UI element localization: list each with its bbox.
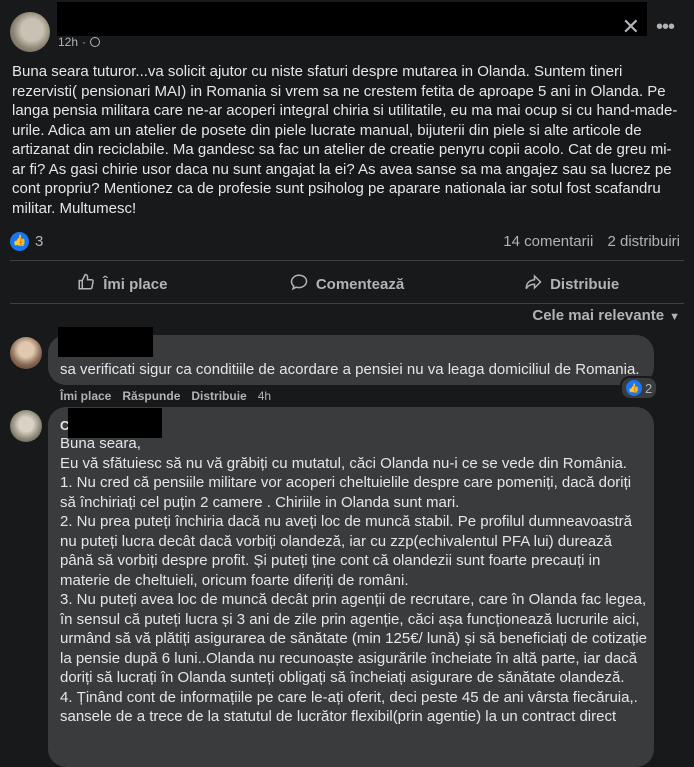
- sort-label: Cele mai relevante: [532, 307, 665, 324]
- close-icon[interactable]: ✕: [622, 14, 640, 40]
- share-label: Distribuie: [550, 275, 620, 293]
- divider: [10, 303, 684, 304]
- post-text: Buna seara tuturor...va solicit ajutor c…: [12, 63, 678, 217]
- thumbs-up-icon: [77, 273, 95, 296]
- post-actions: Îmi place Comentează Distribuie: [10, 266, 684, 302]
- comment-time[interactable]: 4h: [258, 389, 271, 403]
- reaction-count[interactable]: 3: [35, 233, 43, 250]
- comment-reaction-count: 2: [645, 380, 653, 396]
- globe-icon: [90, 37, 101, 47]
- comment-line: Eu vă sfătuiesc să nu vă grăbiți cu muta…: [60, 454, 627, 472]
- author-avatar[interactable]: [10, 12, 50, 52]
- like-reaction-icon: 👍: [626, 380, 642, 396]
- comment-reply-link[interactable]: Răspunde: [122, 389, 180, 403]
- comments-count[interactable]: 14 comentarii: [503, 233, 593, 250]
- comment-share-link[interactable]: Distribuie: [191, 389, 246, 403]
- comment-label: Comentează: [315, 275, 405, 293]
- share-arrow-icon: [524, 273, 542, 296]
- comment-button[interactable]: Comentează: [235, 266, 460, 302]
- like-button[interactable]: Îmi place: [10, 266, 235, 302]
- post-stats: 14 comentarii 2 distribuiri: [493, 233, 680, 250]
- comment-like-link[interactable]: Îmi place: [60, 389, 111, 403]
- comment-reactions[interactable]: 👍 2: [620, 376, 659, 400]
- commenter-avatar[interactable]: [10, 337, 42, 369]
- commenter-avatar[interactable]: [10, 410, 42, 442]
- comment-actions: Îmi place Răspunde Distribuie 4h: [60, 389, 271, 403]
- more-horizontal-icon[interactable]: •••: [656, 16, 675, 39]
- comment-sort-dropdown[interactable]: Cele mai relevante ▼: [532, 307, 680, 324]
- reactions-row: 👍 3 14 comentarii 2 distribuiri: [10, 230, 684, 254]
- share-button[interactable]: Distribuie: [459, 266, 684, 302]
- redacted-commenter-name: [58, 327, 153, 357]
- shares-count[interactable]: 2 distribuiri: [607, 233, 680, 250]
- comment-text: sa verificati sigur ca conditiile de aco…: [60, 361, 640, 378]
- like-reaction-icon[interactable]: 👍: [10, 232, 29, 251]
- comment-text: Buna seara, Eu vă sfătuiesc să nu vă gră…: [60, 434, 648, 727]
- post-time[interactable]: 12h: [58, 35, 78, 49]
- divider: [10, 260, 684, 261]
- comment-line: 1. Nu cred că pensiile militare vor acop…: [60, 474, 632, 511]
- like-label: Îmi place: [103, 275, 168, 293]
- post-header: 12h · ✕ •••: [0, 0, 694, 58]
- comment-line: 2. Nu prea puteți închiria dacă nu aveți…: [60, 513, 632, 589]
- post-meta: 12h ·: [58, 35, 101, 49]
- comment-line: 4. Ținând cont de informațiile pe care l…: [60, 688, 638, 726]
- redacted-author-name: [57, 2, 647, 36]
- comment-line: 3. Nu puteți avea loc de muncă decât pri…: [60, 591, 647, 686]
- speech-bubble-icon: [290, 273, 308, 296]
- chevron-down-icon: ▼: [669, 311, 680, 323]
- comment-line: Buna seara,: [60, 435, 141, 452]
